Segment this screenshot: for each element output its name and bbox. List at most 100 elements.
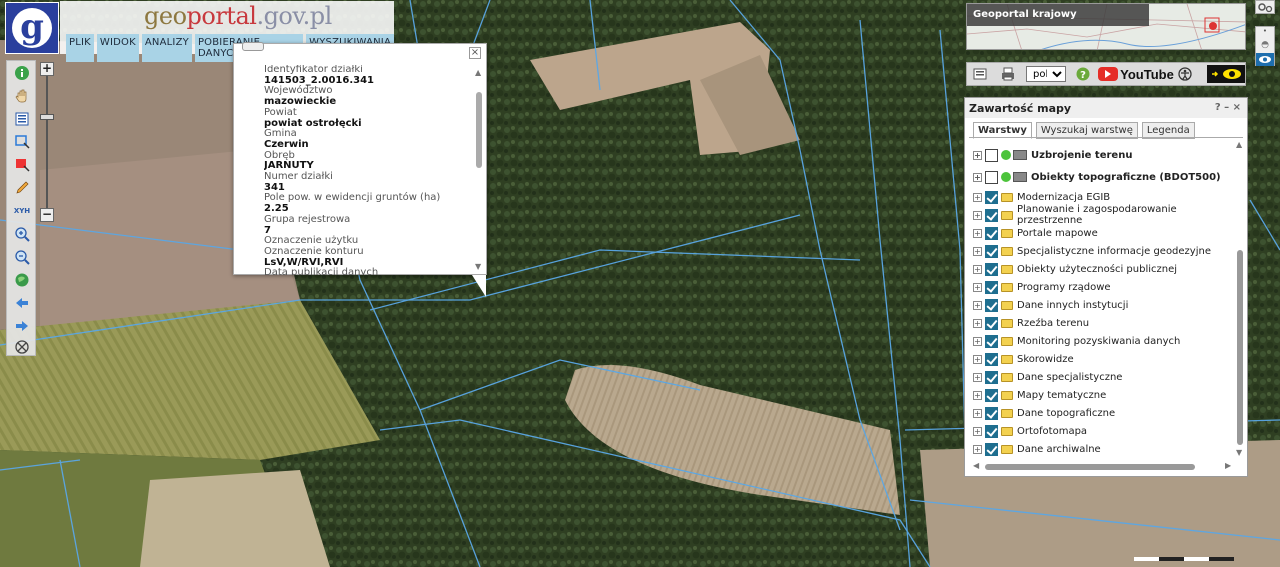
select-rect-icon[interactable]: [14, 134, 30, 150]
layer-name[interactable]: Monitoring pozyskiwania danych: [1017, 336, 1180, 347]
layer-name[interactable]: Uzbrojenie terenu: [1031, 150, 1132, 161]
scroll-down-icon[interactable]: ▼: [1236, 448, 1242, 457]
layer-name[interactable]: Obiekty użyteczności publicznej: [1017, 264, 1177, 275]
expand-icon[interactable]: +: [973, 408, 982, 418]
layer-checkbox[interactable]: [985, 226, 998, 240]
settings-gear-icon[interactable]: [1255, 0, 1275, 14]
expand-icon[interactable]: +: [973, 336, 982, 346]
pencil-icon[interactable]: [14, 180, 30, 196]
layer-name[interactable]: Dane specjalistyczne: [1017, 372, 1122, 383]
layer-name[interactable]: Rzeźba terenu: [1017, 318, 1089, 329]
layer-name[interactable]: Planowanie i zagospodarowanie przestrzen…: [1017, 204, 1235, 226]
printer-icon[interactable]: [999, 66, 1017, 82]
layer-checkbox[interactable]: [985, 298, 998, 312]
layer-name[interactable]: Skorowidze: [1017, 354, 1074, 365]
layer-name[interactable]: Ortofotomapa: [1017, 426, 1087, 437]
layer-checkbox[interactable]: [985, 424, 998, 438]
menu-widok[interactable]: WIDOK: [96, 34, 139, 62]
layer-checkbox[interactable]: [985, 442, 998, 456]
scroll-left-icon[interactable]: ◀: [973, 461, 979, 470]
expand-icon[interactable]: +: [973, 246, 982, 256]
geoportal-logo[interactable]: g: [5, 2, 59, 54]
panel-window-controls[interactable]: ? – ×: [1215, 102, 1241, 113]
expand-icon[interactable]: +: [973, 300, 982, 310]
layer-checkbox[interactable]: [985, 334, 998, 348]
view-dot-icon[interactable]: •: [1256, 27, 1274, 40]
layer-checkbox[interactable]: [985, 244, 998, 258]
layer-checkbox[interactable]: [985, 406, 998, 420]
popup-close-button[interactable]: ×: [469, 47, 481, 59]
layer-name[interactable]: Mapy tematyczne: [1017, 390, 1106, 401]
zoom-plus-button[interactable]: +: [40, 62, 54, 76]
clear-icon[interactable]: [14, 339, 30, 355]
xyh-icon[interactable]: XYH: [14, 203, 30, 219]
zoom-slider-handle[interactable]: [40, 114, 54, 121]
expand-icon[interactable]: +: [973, 192, 982, 202]
contrast-eye-icon[interactable]: [1207, 65, 1245, 83]
layer-name[interactable]: Dane topograficzne: [1017, 408, 1115, 419]
expand-icon[interactable]: +: [973, 426, 982, 436]
layer-checkbox[interactable]: [985, 148, 998, 162]
panel-title-bar[interactable]: Zawartość mapy ? – ×: [965, 98, 1247, 118]
menu-plik[interactable]: PLIK: [66, 34, 94, 62]
layer-checkbox[interactable]: [985, 280, 998, 294]
layer-name[interactable]: Modernizacja EGIB: [1017, 192, 1110, 203]
layer-checkbox[interactable]: [985, 316, 998, 330]
layer-scroll-thumb[interactable]: [1237, 250, 1243, 445]
hand-pan-icon[interactable]: [14, 88, 30, 104]
expand-icon[interactable]: +: [973, 318, 982, 328]
scroll-right-icon[interactable]: ▶: [1225, 461, 1231, 470]
scroll-down-icon[interactable]: ▼: [475, 262, 481, 271]
expand-icon[interactable]: +: [973, 282, 982, 292]
layer-checkbox[interactable]: [985, 370, 998, 384]
list-icon[interactable]: [14, 111, 30, 127]
help-icon[interactable]: ?: [1075, 66, 1091, 82]
youtube-link[interactable]: YouTube: [1098, 66, 1174, 82]
scroll-up-icon[interactable]: ▲: [1236, 140, 1242, 149]
layer-name[interactable]: Dane innych instytucji: [1017, 300, 1128, 311]
measure-icon[interactable]: [14, 157, 30, 173]
layer-name[interactable]: Specjalistyczne informacje geodezyjne: [1017, 246, 1211, 257]
expand-icon[interactable]: +: [973, 150, 982, 160]
layer-checkbox[interactable]: [985, 190, 998, 204]
back-arrow-icon[interactable]: [14, 295, 30, 311]
popup-drag-handle[interactable]: [242, 42, 264, 51]
expand-icon[interactable]: +: [973, 210, 982, 220]
globe-icon[interactable]: [14, 272, 30, 288]
layer-name[interactable]: Dane archiwalne: [1017, 444, 1101, 455]
layer-horizontal-scrollbar[interactable]: ◀ ▶: [973, 461, 1235, 472]
layer-checkbox[interactable]: [985, 352, 998, 366]
expand-icon[interactable]: +: [973, 354, 982, 364]
layer-checkbox[interactable]: [985, 388, 998, 402]
layer-name[interactable]: Portale mapowe: [1017, 228, 1098, 239]
zoom-out-icon[interactable]: [14, 249, 30, 265]
layer-checkbox[interactable]: [985, 208, 998, 222]
forward-arrow-icon[interactable]: [14, 318, 30, 334]
expand-icon[interactable]: +: [973, 228, 982, 238]
layer-vertical-scrollbar[interactable]: ▲ ▼: [1235, 140, 1245, 460]
language-select[interactable]: pol: [1026, 66, 1066, 82]
eye-visibility-icon[interactable]: [1256, 53, 1274, 66]
overview-minimap[interactable]: Geoportal krajowy: [966, 3, 1246, 50]
layer-name[interactable]: Programy rządowe: [1017, 282, 1111, 293]
expand-icon[interactable]: +: [973, 390, 982, 400]
scroll-up-icon[interactable]: ▲: [475, 68, 481, 77]
print-preview-icon[interactable]: [972, 66, 988, 82]
layer-checkbox[interactable]: [985, 262, 998, 276]
zoom-in-icon[interactable]: [14, 226, 30, 242]
zoom-minus-button[interactable]: −: [40, 208, 54, 222]
zoom-slider[interactable]: + −: [40, 62, 54, 222]
popup-scrollbar[interactable]: ▲ ▼: [474, 68, 484, 274]
expand-icon[interactable]: +: [973, 372, 982, 382]
layer-hscroll-thumb[interactable]: [985, 464, 1195, 470]
expand-icon[interactable]: +: [973, 444, 982, 454]
popup-scroll-thumb[interactable]: [476, 92, 482, 168]
accessibility-icon[interactable]: [1177, 66, 1193, 82]
expand-icon[interactable]: +: [973, 172, 982, 182]
view-mode-icon[interactable]: ◓: [1256, 40, 1274, 53]
menu-analizy[interactable]: ANALIZY: [141, 34, 192, 62]
layer-checkbox[interactable]: [985, 170, 998, 184]
expand-icon[interactable]: +: [973, 264, 982, 274]
info-icon[interactable]: [14, 65, 30, 81]
layer-name[interactable]: Obiekty topograficzne (BDOT500): [1031, 172, 1221, 183]
